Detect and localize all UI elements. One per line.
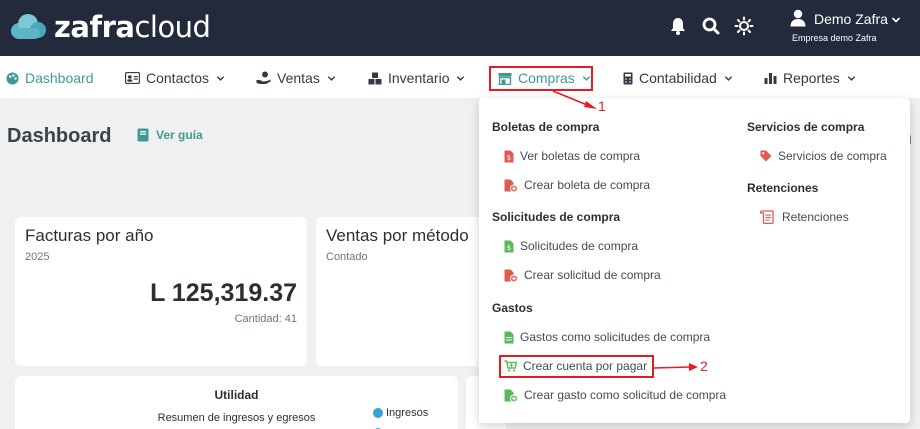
- arrowhead-1: [584, 101, 597, 109]
- annotation-arrow-2: [653, 366, 691, 369]
- step-number-2: 2: [700, 358, 708, 374]
- arrowhead-2: [689, 363, 698, 371]
- annotation-arrows: [552, 90, 698, 371]
- step-number-1: 1: [598, 98, 606, 114]
